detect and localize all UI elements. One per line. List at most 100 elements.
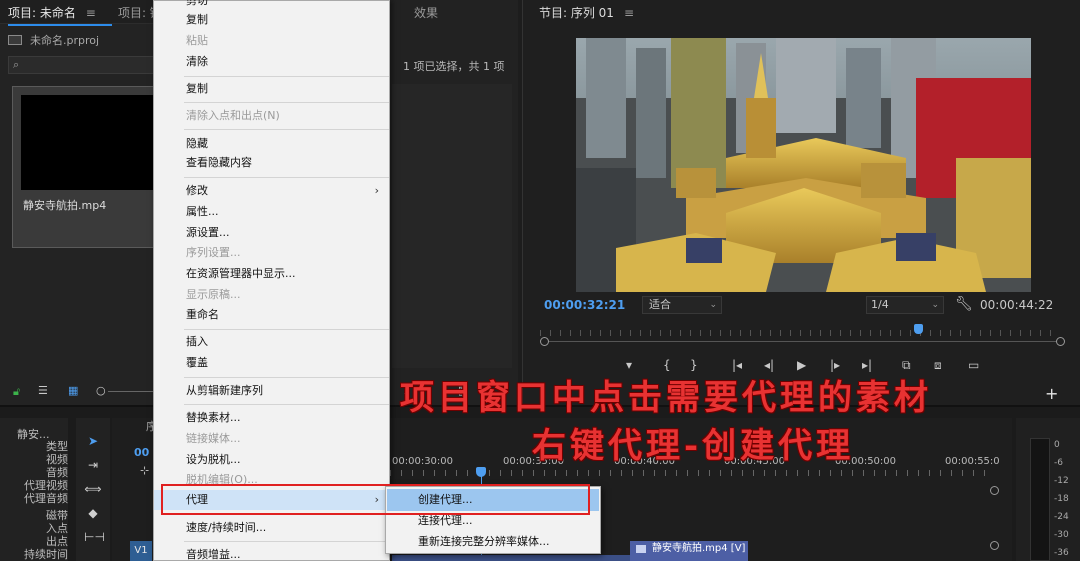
slip-tool-icon[interactable]: ⊢⊣ (84, 528, 105, 546)
step-forward-icon[interactable]: |▸ (830, 358, 840, 372)
menu-item[interactable]: 源设置... (154, 223, 389, 243)
menu-item[interactable]: 清除 (154, 52, 389, 72)
menu-item[interactable]: 复制 (154, 10, 389, 30)
menu-item-label: 复制 (186, 82, 208, 95)
tab-effects[interactable]: 效果 (414, 4, 438, 21)
label-type: 类型 (46, 440, 68, 453)
temple-aerial-image (576, 38, 1031, 292)
wrench-icon[interactable]: 🔧︎ (955, 296, 973, 312)
program-scrub-bar[interactable] (544, 341, 1056, 342)
zoom-slider-track[interactable] (108, 391, 153, 392)
menu-item[interactable]: 音频增益... (154, 545, 389, 561)
add-button-icon[interactable]: + (1045, 384, 1058, 403)
menu-separator (184, 76, 389, 77)
fit-select[interactable]: 适合 ⌄ (642, 296, 722, 314)
menu-separator (184, 404, 389, 405)
timeline-scroll-handle[interactable] (990, 486, 999, 495)
icon-view-icon[interactable]: ▦ (68, 384, 78, 397)
meter-label: -18 (1054, 494, 1069, 504)
export-frame-icon[interactable]: ▭ (968, 358, 979, 372)
selection-tool-icon[interactable]: ➤ (84, 432, 102, 450)
go-to-out-icon[interactable]: ▸| (862, 358, 872, 372)
program-duration-timecode: 00:00:44:22 (980, 298, 1054, 312)
go-to-in-icon[interactable]: |◂ (732, 358, 742, 372)
menu-item-label: 设为脱机... (186, 453, 241, 466)
play-icon[interactable]: ▶ (797, 358, 806, 372)
tab-menu-icon[interactable]: ≡ (86, 6, 96, 20)
search-icon: ⌕ (13, 58, 20, 71)
chevron-right-icon: › (374, 184, 379, 197)
timeline-clip[interactable]: 静安寺航拍.mp4 [V] (630, 541, 748, 561)
zoom-slider-handle[interactable]: ○ (96, 384, 106, 397)
menu-item[interactable]: 隐藏 (154, 134, 389, 154)
project-search-input[interactable]: ⌕ (8, 56, 155, 74)
menu-separator (184, 102, 389, 103)
overwrite-icon[interactable]: ⧈ (934, 358, 942, 373)
resolution-select[interactable]: 1/4 ⌄ (866, 296, 944, 314)
chevron-down-icon: ⌄ (709, 300, 717, 310)
menu-item[interactable]: 替换素材... (154, 408, 389, 428)
menu-item-label: 从剪辑新建序列 (186, 384, 263, 397)
clip-thumbnail (21, 95, 156, 190)
label-tape: 磁带 (46, 509, 68, 522)
ripple-edit-tool-icon[interactable]: ⟺ (84, 480, 102, 498)
scrub-start-handle[interactable] (540, 337, 549, 346)
program-menu-icon[interactable]: ≡ (624, 6, 634, 20)
menu-item[interactable]: 修改 › (154, 181, 389, 201)
resolution-select-value: 1/4 (871, 298, 889, 311)
menu-item-label: 剪切 (186, 0, 208, 7)
label-video: 视频 (46, 453, 68, 466)
timeline-scroll-handle[interactable] (990, 541, 999, 550)
menu-item[interactable]: 查看隐藏内容 (154, 153, 389, 173)
menu-item-label: 属性... (186, 205, 219, 218)
mark-out-icon[interactable]: } (690, 358, 698, 372)
menu-item-reconnect-media[interactable]: 重新连接完整分辨率媒体... (387, 531, 599, 553)
mark-in-icon[interactable]: { (663, 358, 671, 372)
menu-item[interactable]: 从剪辑新建序列 (154, 381, 389, 401)
timeline-timecode[interactable]: 00 (134, 446, 149, 459)
meter-label: -30 (1054, 530, 1069, 540)
meter-label: -24 (1054, 512, 1069, 522)
menu-item[interactable]: 速度/持续时间... (154, 518, 389, 538)
razor-tool-icon[interactable]: ◆ (84, 504, 102, 522)
scrub-end-handle[interactable] (1056, 337, 1065, 346)
fit-select-value: 适合 (649, 298, 671, 311)
menu-item[interactable]: 覆盖 (154, 353, 389, 373)
snap-icon[interactable]: ⊹ (140, 464, 149, 477)
menu-item-label: 音频增益... (186, 548, 241, 561)
label-audio: 音频 (46, 466, 68, 479)
add-marker-icon[interactable]: ▾ (626, 358, 632, 372)
list-view-icon[interactable]: ☰ (38, 384, 48, 397)
menu-item[interactable]: 重命名 (154, 305, 389, 325)
menu-item[interactable]: 在资源管理器中显示... (154, 264, 389, 284)
menu-item-label: 清除 (186, 55, 208, 68)
menu-item[interactable]: 属性... (154, 202, 389, 222)
program-playhead[interactable] (913, 324, 923, 334)
meter-label: -12 (1054, 476, 1069, 486)
project-clip-item[interactable]: 静安寺航拍.mp4 (12, 86, 156, 248)
menu-item[interactable]: 设为脱机... (154, 450, 389, 470)
project-file-name: 未命名.prproj (30, 34, 100, 47)
label-duration: 持续时间 (24, 548, 68, 561)
lock-icon[interactable]: 🔓︎ (13, 385, 20, 399)
program-video-frame (576, 38, 1031, 292)
menu-separator (184, 377, 389, 378)
meter-label: -6 (1054, 458, 1063, 468)
menu-item[interactable]: 插入 (154, 332, 389, 352)
menu-separator (184, 329, 389, 330)
program-current-timecode[interactable]: 00:00:32:21 (544, 298, 625, 312)
program-title-label: 节目: 序列 01 (539, 6, 614, 20)
track-select-tool-icon[interactable]: ⇥ (84, 456, 102, 474)
timeline-clip-audio[interactable] (392, 555, 632, 561)
context-menu: 剪切 复制 粘贴 清除 复制 清除入点和出点(N) 隐藏 查看隐藏内容 修改 › 属性... 源设置.… (153, 0, 390, 561)
insert-icon[interactable]: ⧉ (902, 358, 911, 373)
menu-item-label: 速度/持续时间... (186, 521, 267, 534)
menu-item[interactable]: 复制 (154, 79, 389, 99)
menu-item: 显示原稿... (154, 285, 389, 305)
step-back-icon[interactable]: ◂| (764, 358, 774, 372)
tab-project[interactable]: 项目: 未命名 ≡ (8, 4, 112, 26)
menu-item: 粘贴 (154, 31, 389, 51)
menu-item-label: 复制 (186, 13, 208, 26)
menu-item-label: 插入 (186, 335, 208, 348)
track-v1[interactable]: V1 (130, 541, 152, 561)
